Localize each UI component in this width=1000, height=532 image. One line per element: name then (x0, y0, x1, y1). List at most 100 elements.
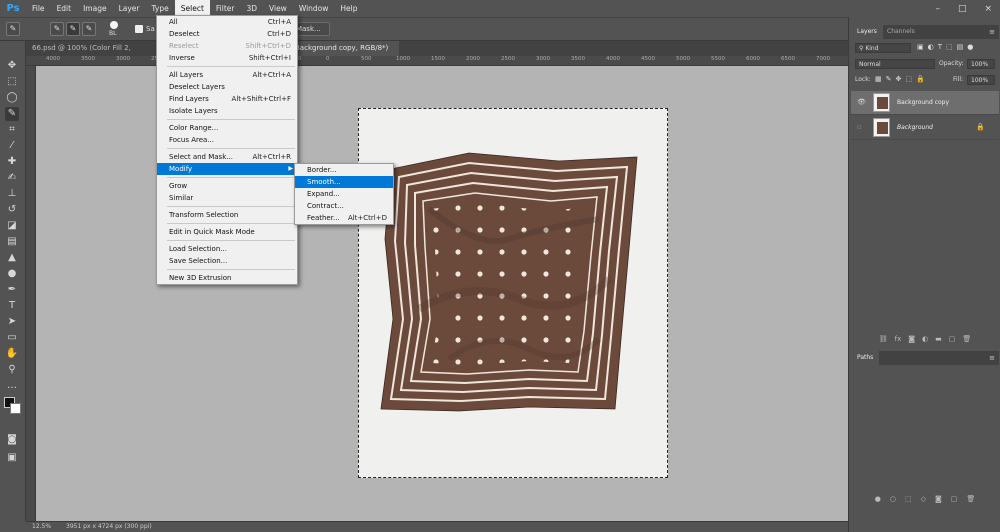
ruler-tick-label: 2500 (501, 56, 515, 62)
menu-item-edit-in-quick-mask-mode[interactable]: Edit in Quick Mask Mode (157, 226, 297, 238)
fill-field[interactable]: 100% (967, 75, 995, 85)
menu-item-load-selection[interactable]: Load Selection... (157, 243, 297, 255)
eyedropper-tool-icon[interactable]: ⁄ (5, 139, 19, 153)
menu-item-color-range[interactable]: Color Range... (157, 122, 297, 134)
move-tool-icon[interactable]: ✥ (5, 59, 19, 73)
menu-item-transform-selection[interactable]: Transform Selection (157, 209, 297, 221)
add-to-selection-brush-icon[interactable]: ✎ (66, 22, 80, 36)
new-layer-icon[interactable]: ▢ (949, 335, 956, 343)
background-color-swatch[interactable] (10, 403, 21, 414)
menu-item-grow[interactable]: Grow (157, 180, 297, 192)
panel-menu-icon[interactable]: ≡ (989, 354, 995, 362)
tab-layers[interactable]: Layers (851, 25, 883, 39)
more-tools-icon[interactable]: … (5, 379, 19, 393)
menu-item-expand[interactable]: Expand... (295, 188, 393, 200)
clone-stamp-icon[interactable]: ⊥ (5, 187, 19, 201)
fill-path-icon[interactable]: ● (875, 495, 881, 503)
shape-tool-icon[interactable]: ▭ (5, 331, 19, 345)
maximize-icon[interactable]: □ (958, 4, 967, 14)
menu-edit[interactable]: Edit (51, 0, 78, 17)
link-layers-icon[interactable]: ⛓ (879, 335, 888, 343)
menu-separator (167, 223, 295, 224)
tool-preset-picker[interactable]: ✎ (6, 22, 20, 36)
menu-help[interactable]: Help (334, 0, 363, 17)
close-icon[interactable]: × (984, 4, 992, 14)
tab-document-2[interactable]: Background copy, RGB/8*) *× (289, 41, 399, 67)
menu-item-feather[interactable]: Feather... Alt+Ctrl+D (295, 212, 393, 224)
menu-item-isolate-layers[interactable]: Isolate Layers (157, 105, 297, 117)
lock-icons[interactable]: ▦✎✥⬚🔒 (875, 75, 929, 83)
filter-type-icons[interactable]: ▣◐T⬚▤● (917, 43, 977, 51)
layer-row-background-copy[interactable]: 👁 Background copy (851, 91, 999, 115)
load-selection-icon[interactable]: ⬚ (905, 495, 912, 503)
new-selection-brush-icon[interactable]: ✎ (50, 22, 64, 36)
tab-document-1[interactable]: 66.psd @ 100% (Color Fill 2, RGB/8#)× (26, 41, 156, 67)
delete-layer-icon[interactable]: 🗑 (962, 335, 971, 343)
menu-item-deselect[interactable]: Deselect Ctrl+D (157, 28, 297, 40)
sample-all-layers-checkbox[interactable] (135, 25, 143, 33)
menu-file[interactable]: File (26, 0, 51, 17)
menu-item-similar[interactable]: Similar (157, 192, 297, 204)
brush-preview-icon[interactable] (110, 21, 118, 29)
hand-tool-icon[interactable]: ✋ (5, 347, 19, 361)
menu-item-all[interactable]: All Ctrl+A (157, 16, 297, 28)
pen-tool-icon[interactable]: ✒ (5, 283, 19, 297)
adjustment-layer-icon[interactable]: ◐ (922, 335, 928, 343)
menu-item-save-selection[interactable]: Save Selection... (157, 255, 297, 267)
menu-item-new-3d-extrusion[interactable]: New 3D Extrusion (157, 272, 297, 284)
brush-tool-icon[interactable]: ✍ (5, 171, 19, 185)
menu-item-deselect-layers[interactable]: Deselect Layers (157, 81, 297, 93)
add-mask-icon[interactable]: ◙ (908, 335, 915, 343)
menu-item-focus-area[interactable]: Focus Area... (157, 134, 297, 146)
eye-icon[interactable]: ▫ (857, 123, 866, 132)
screen-mode-icon[interactable]: ▣ (5, 451, 19, 465)
quick-selection-tool-icon[interactable]: ✎ (5, 107, 19, 121)
layer-name: Background (897, 124, 933, 131)
blur-tool-icon[interactable]: ▲ (5, 251, 19, 265)
menu-item-inverse[interactable]: Inverse Shift+Ctrl+I (157, 52, 297, 64)
document-canvas[interactable] (358, 108, 668, 478)
menu-item-all-layers[interactable]: All Layers Alt+Ctrl+A (157, 69, 297, 81)
menu-item-reselect[interactable]: Reselect Shift+Ctrl+D (157, 40, 297, 52)
minimize-icon[interactable]: – (935, 4, 940, 14)
gradient-tool-icon[interactable]: ▤ (5, 235, 19, 249)
add-mask-icon[interactable]: ◙ (935, 495, 942, 503)
marquee-tool-icon[interactable]: ⬚ (5, 75, 19, 89)
blend-mode-select[interactable]: Normal (855, 59, 935, 69)
eraser-tool-icon[interactable]: ◪ (5, 219, 19, 233)
lasso-tool-icon[interactable]: ◯ (5, 91, 19, 105)
stroke-path-icon[interactable]: ○ (890, 495, 896, 503)
make-path-icon[interactable]: ◇ (921, 495, 926, 503)
dodge-tool-icon[interactable]: ● (5, 267, 19, 281)
new-group-icon[interactable]: ▬ (935, 335, 942, 343)
delete-path-icon[interactable]: 🗑 (966, 495, 975, 503)
menu-item-select-and-mask[interactable]: Select and Mask... Alt+Ctrl+R (157, 151, 297, 163)
layer-filter-kind[interactable]: ⚲ Kind (855, 43, 911, 53)
layer-row-background[interactable]: ▫ Background 🔒 (851, 116, 999, 140)
panel-menu-icon[interactable]: ≡ (989, 28, 995, 36)
crop-tool-icon[interactable]: ⌗ (5, 123, 19, 137)
tab-channels[interactable]: Channels (881, 25, 921, 39)
path-selection-icon[interactable]: ➤ (5, 315, 19, 329)
menu-image[interactable]: Image (77, 0, 113, 17)
eye-icon[interactable]: 👁 (857, 98, 866, 107)
menu-item-border[interactable]: Border... (295, 164, 393, 176)
menu-item-contract[interactable]: Contract... (295, 200, 393, 212)
zoom-level[interactable]: 12.5% (32, 523, 51, 530)
history-brush-icon[interactable]: ↺ (5, 203, 19, 217)
healing-brush-icon[interactable]: ✚ (5, 155, 19, 169)
menu-item-modify[interactable]: Modify ▶ (157, 163, 297, 175)
menu-separator (167, 206, 295, 207)
menu-window[interactable]: Window (293, 0, 335, 17)
quick-mask-icon[interactable]: ◙ (5, 433, 19, 447)
menu-item-find-layers[interactable]: Find Layers Alt+Shift+Ctrl+F (157, 93, 297, 105)
subtract-selection-brush-icon[interactable]: ✎ (82, 22, 96, 36)
new-path-icon[interactable]: ▢ (951, 495, 958, 503)
layer-style-icon[interactable]: fx (895, 335, 902, 343)
menu-item-smooth[interactable]: Smooth... (295, 176, 393, 188)
menu-layer[interactable]: Layer (113, 0, 146, 17)
zoom-tool-icon[interactable]: ⚲ (5, 363, 19, 377)
type-tool-icon[interactable]: T (5, 299, 19, 313)
opacity-field[interactable]: 100% (967, 59, 995, 69)
tab-paths[interactable]: Paths (851, 351, 880, 365)
